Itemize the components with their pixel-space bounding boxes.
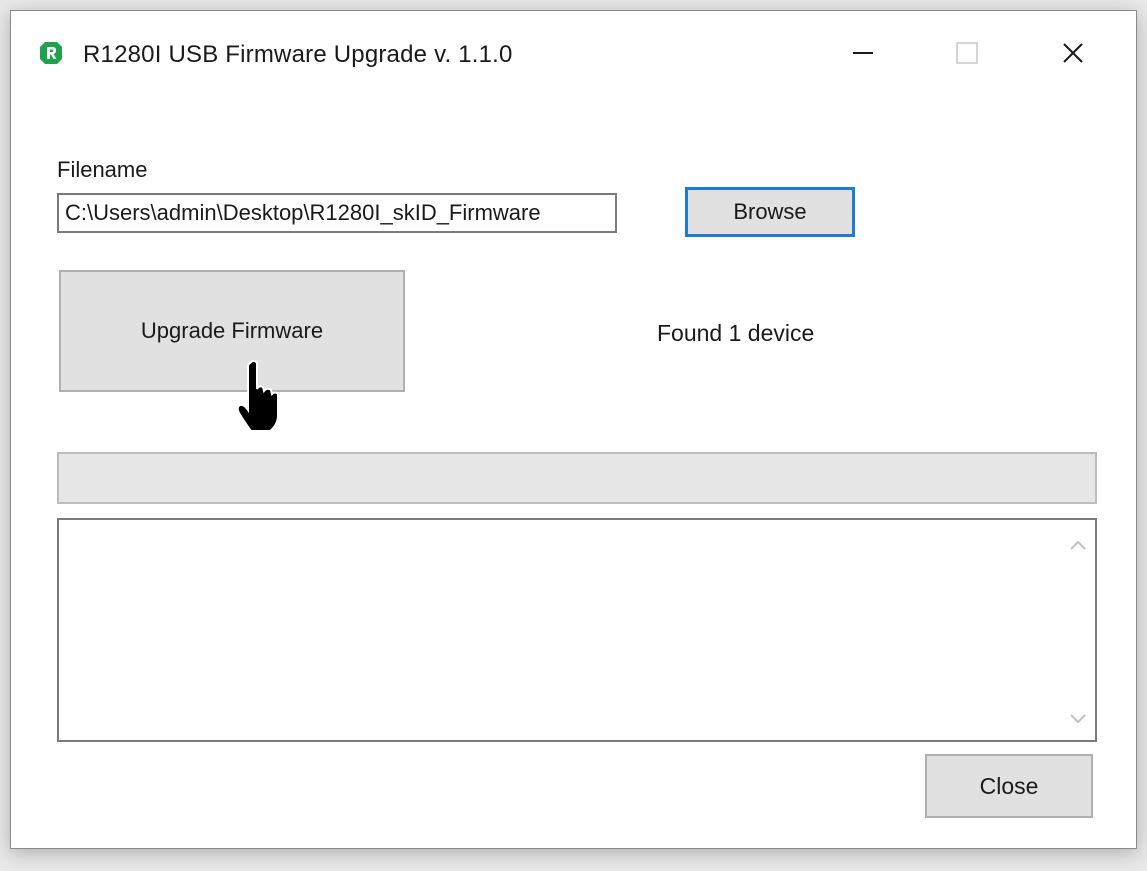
filename-input[interactable] [57,193,617,233]
log-output-text[interactable] [59,520,1059,740]
chevron-up-icon [1070,540,1086,550]
scroll-down-button[interactable] [1061,702,1095,736]
close-window-button[interactable] [1043,31,1103,75]
title-bar[interactable]: R1280I USB Firmware Upgrade v. 1.1.0 [11,11,1136,99]
minimize-button[interactable] [833,31,893,75]
filename-label: Filename [57,157,148,182]
upgrade-firmware-button[interactable]: Upgrade Firmware [59,270,405,392]
close-button[interactable]: Close [925,754,1093,818]
maximize-icon [956,42,978,64]
maximize-button[interactable] [937,31,997,75]
hand-pointer-icon [236,360,279,432]
scroll-up-button[interactable] [1061,528,1095,562]
upgrade-progress-bar [57,452,1097,504]
log-output-box[interactable] [57,518,1097,742]
device-status-text: Found 1 device [657,320,815,346]
firmware-upgrade-window: R1280I USB Firmware Upgrade v. 1.1.0 Fil… [10,10,1137,849]
close-icon [1063,43,1083,63]
app-logo-icon [40,42,62,64]
chevron-down-icon [1070,714,1086,724]
browse-button[interactable]: Browse [685,187,855,237]
minimize-icon [853,52,873,54]
log-scrollbar[interactable] [1061,520,1095,740]
window-title: R1280I USB Firmware Upgrade v. 1.1.0 [83,41,513,68]
